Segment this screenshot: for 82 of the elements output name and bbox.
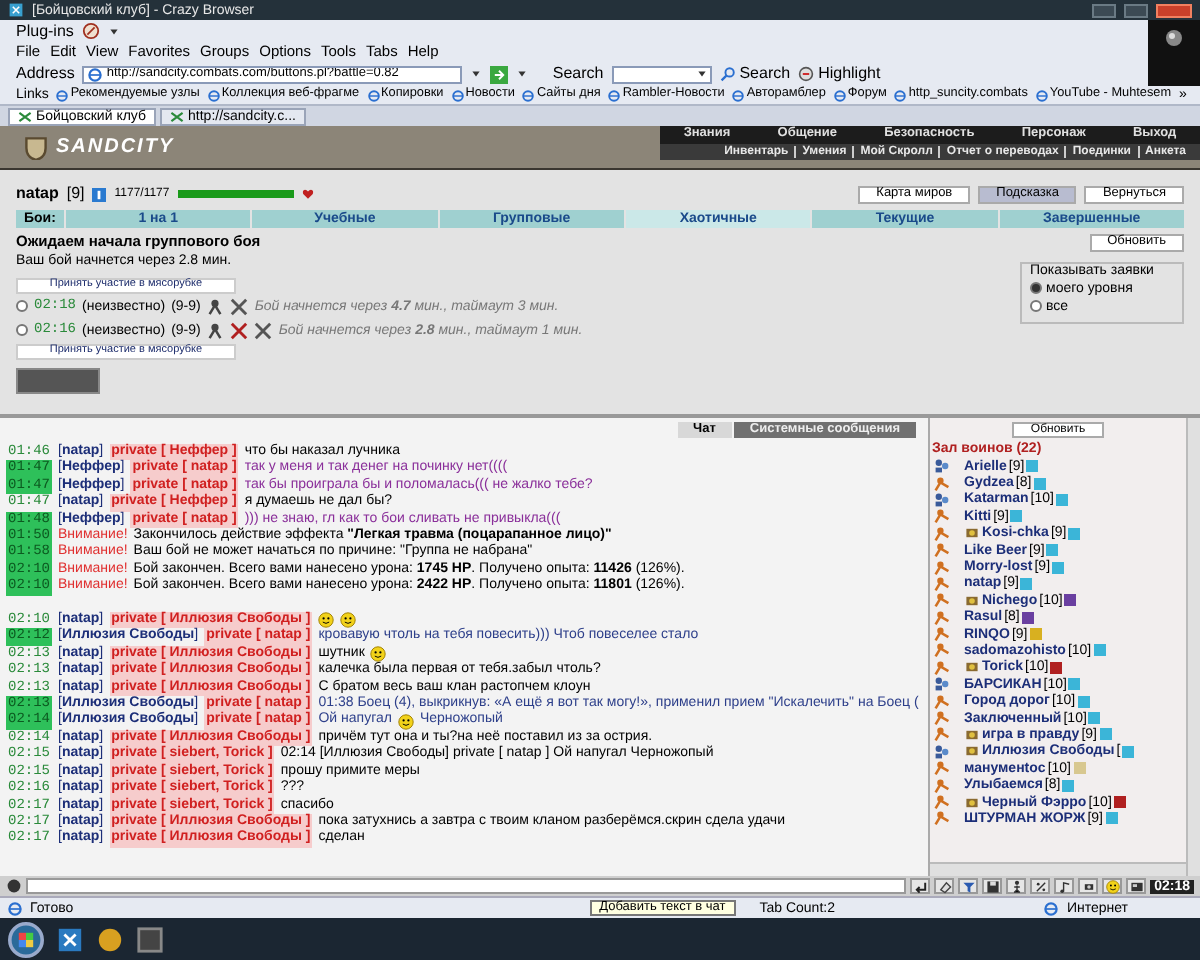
- radio-button[interactable]: [1030, 300, 1042, 312]
- save-icon: [985, 879, 1000, 893]
- radio-button[interactable]: [1030, 282, 1042, 294]
- ie-icon: [522, 89, 535, 101]
- swords-icon: [18, 110, 32, 124]
- close-button[interactable]: [1156, 3, 1192, 17]
- plugin-icon: [81, 22, 100, 40]
- smiley-icon: [340, 612, 357, 629]
- fighter-icon: [934, 475, 950, 492]
- toolbar-button[interactable]: [1102, 878, 1123, 894]
- dropdown-icon: [695, 68, 708, 80]
- group-icon: [934, 491, 950, 508]
- chat-input[interactable]: [26, 878, 907, 894]
- search-button[interactable]: Search: [719, 66, 791, 82]
- shield-icon: [24, 135, 48, 159]
- camera-icon: [1081, 879, 1096, 893]
- speaker-icon: [6, 878, 22, 894]
- toolbar-button[interactable]: [1030, 878, 1051, 894]
- search-icon: [719, 66, 736, 82]
- globe-icon: [1164, 28, 1184, 48]
- radio-button[interactable]: [16, 300, 28, 312]
- player-name: natap: [16, 186, 59, 202]
- ie-icon: [207, 89, 220, 101]
- toolbar-button[interactable]: [982, 878, 1003, 894]
- app-icon: [8, 2, 24, 18]
- counter-badge: [16, 367, 100, 393]
- ie-icon: [1035, 89, 1048, 101]
- player-level: [9]: [66, 186, 85, 202]
- group-icon: [934, 458, 950, 475]
- enter-icon: [913, 879, 928, 893]
- caret-icon: [107, 25, 120, 37]
- warrior-icon: [206, 321, 225, 339]
- ie-icon: [367, 89, 380, 101]
- percent-icon: [1033, 879, 1048, 893]
- note-icon: [1057, 879, 1072, 893]
- dropdown-icon: [470, 68, 483, 80]
- arrow-icon: [492, 67, 507, 81]
- ie-icon: [8, 901, 22, 915]
- toolbar-button[interactable]: [1126, 878, 1147, 894]
- go-button[interactable]: [490, 65, 509, 83]
- toolbar-button[interactable]: [910, 878, 931, 894]
- highlight-icon: [798, 66, 815, 82]
- heart-icon: [301, 188, 314, 200]
- radio-button[interactable]: [16, 324, 28, 336]
- globe-icon: [1044, 901, 1059, 915]
- ie-icon: [56, 89, 69, 101]
- search-field[interactable]: [611, 65, 712, 83]
- swords-icon: [230, 321, 249, 339]
- ie-icon: [88, 67, 103, 81]
- caret-icon: [516, 68, 529, 80]
- ie-icon: [608, 89, 621, 101]
- swords-icon: [230, 297, 249, 315]
- toolbar-button[interactable]: [1054, 878, 1075, 894]
- swords-icon: [170, 110, 185, 124]
- highlight-button[interactable]: Highlight: [798, 66, 881, 82]
- info-icon: [92, 187, 107, 201]
- search-label: Search: [552, 66, 604, 82]
- folder-icon: [96, 925, 124, 953]
- toolbar-button[interactable]: [1006, 878, 1027, 894]
- ie-icon: [732, 89, 745, 101]
- maximize-button[interactable]: [1124, 3, 1148, 17]
- app-icon: [56, 925, 84, 953]
- group-icon: [934, 676, 950, 693]
- warrior-icon: [206, 297, 225, 315]
- start-button-icon: [8, 921, 44, 957]
- figure-icon: [1009, 879, 1024, 893]
- logo-text: SANDCITY: [56, 137, 175, 157]
- minimize-button[interactable]: [1092, 3, 1116, 17]
- smiley-icon: [318, 612, 335, 629]
- smiley-icon: [1105, 879, 1120, 893]
- address-label: Address: [16, 66, 75, 82]
- ie-icon: [833, 89, 846, 101]
- group-icon: [934, 743, 950, 760]
- smiley-icon: [397, 713, 414, 730]
- plugins-label: Plug-ins: [16, 23, 74, 39]
- smiley-icon: [370, 646, 387, 663]
- swords-icon: [254, 321, 273, 339]
- ie-icon: [451, 89, 464, 101]
- toolbar-button[interactable]: [934, 878, 955, 894]
- window-icon: [136, 925, 164, 953]
- toolbar-button[interactable]: [1078, 878, 1099, 894]
- ie-icon: [894, 89, 907, 101]
